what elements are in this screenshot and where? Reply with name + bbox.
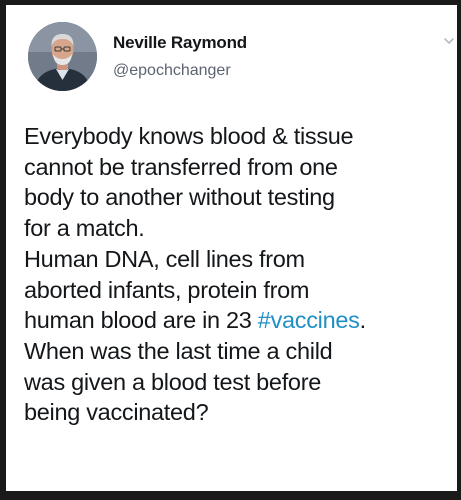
tweet-line-with-hashtag: human blood are in 23 #vaccines.: [24, 305, 454, 336]
tweet-line: for a match.: [24, 215, 145, 242]
tweet-line: body to another without testing: [24, 184, 335, 211]
tweet-line: being vaccinated?: [24, 399, 209, 426]
tweet-line-text: human blood are in 23: [24, 307, 258, 334]
author-handle[interactable]: @epochchanger: [113, 62, 231, 80]
avatar-photo: [28, 22, 97, 91]
tweet-text: Everybody knows blood & tissue cannot be…: [24, 121, 454, 428]
tweet-line: was given a blood test before: [24, 368, 321, 395]
tweet-line: Human DNA, cell lines from: [24, 245, 305, 272]
tweet-line: When was the last time a child: [24, 337, 333, 364]
tweet-line: cannot be transferred from one: [24, 153, 338, 180]
tweet-line: aborted infants, protein from: [24, 276, 310, 303]
tweet-line: Everybody knows blood & tissue: [24, 123, 354, 149]
hashtag-suffix: .: [359, 307, 367, 334]
tweet-card: Neville Raymond @epochchanger Everybody …: [6, 5, 457, 491]
hashtag-link[interactable]: #vaccines: [258, 307, 360, 333]
author-avatar[interactable]: [28, 22, 97, 91]
author-display-name[interactable]: Neville Raymond: [113, 33, 247, 53]
chevron-down-icon[interactable]: [443, 33, 455, 44]
